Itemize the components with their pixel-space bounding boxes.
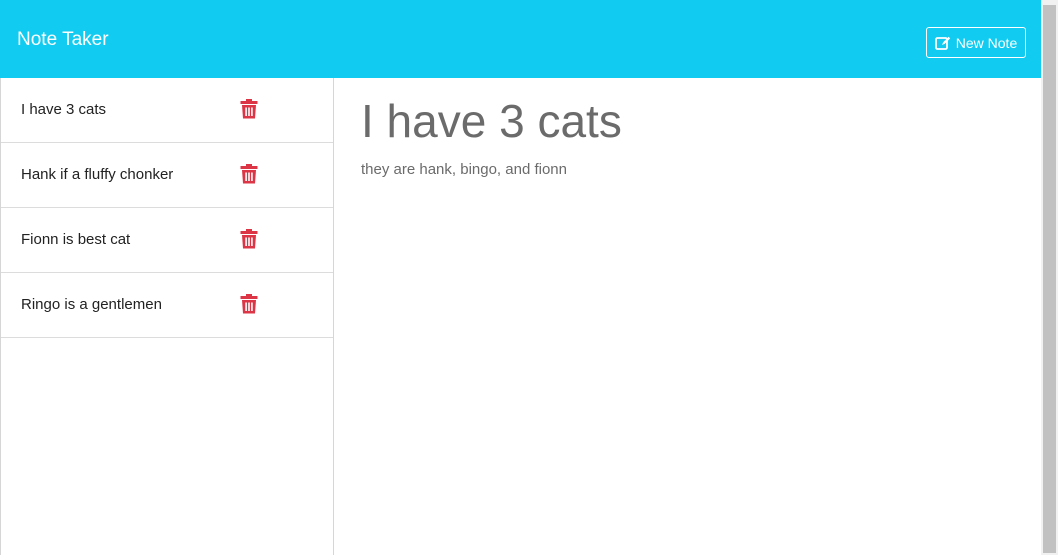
notes-list: I have 3 cats Hank if a fluffy chonker F… bbox=[1, 78, 333, 338]
trash-icon[interactable] bbox=[240, 229, 258, 249]
note-text-field[interactable]: they are hank, bingo, and fionn bbox=[361, 161, 567, 179]
trash-icon[interactable] bbox=[240, 294, 258, 314]
note-list-item-title[interactable]: Hank if a fluffy chonker bbox=[21, 166, 173, 184]
note-editor: I have 3 cats they are hank, bingo, and … bbox=[334, 78, 1041, 555]
new-note-label: New Note bbox=[955, 34, 1018, 51]
note-list-item[interactable]: Ringo is a gentlemen bbox=[1, 273, 333, 338]
note-list-item[interactable]: I have 3 cats bbox=[1, 78, 333, 143]
note-title-field[interactable]: I have 3 cats bbox=[361, 96, 622, 146]
note-list-item[interactable]: Fionn is best cat bbox=[1, 208, 333, 273]
note-list-item-title[interactable]: Fionn is best cat bbox=[21, 231, 130, 249]
note-list-item-title[interactable]: I have 3 cats bbox=[21, 101, 106, 119]
notes-sidebar: I have 3 cats Hank if a fluffy chonker F… bbox=[0, 78, 334, 555]
app-brand[interactable]: Note Taker bbox=[17, 28, 109, 52]
note-taker-app: Note Taker New Note I have 3 cats Hank i… bbox=[0, 0, 1058, 555]
navbar: Note Taker New Note bbox=[0, 0, 1041, 78]
trash-icon[interactable] bbox=[240, 99, 258, 119]
new-note-button[interactable]: New Note bbox=[926, 27, 1026, 58]
note-list-item[interactable]: Hank if a fluffy chonker bbox=[1, 143, 333, 208]
trash-icon[interactable] bbox=[240, 164, 258, 184]
edit-icon bbox=[934, 36, 951, 50]
scrollbar-thumb[interactable] bbox=[1043, 5, 1056, 553]
note-list-item-title[interactable]: Ringo is a gentlemen bbox=[21, 296, 162, 314]
